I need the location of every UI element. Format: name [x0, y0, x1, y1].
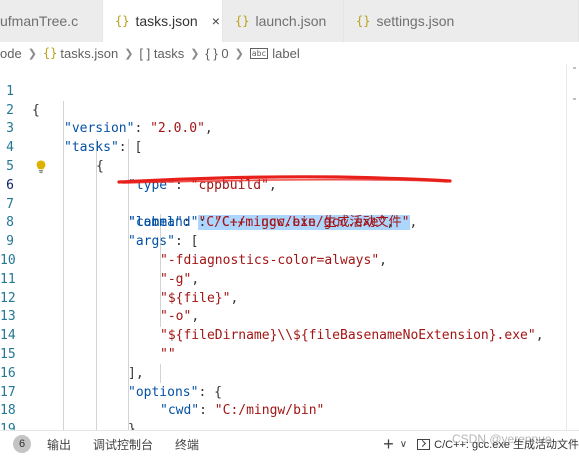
json-file-icon: {} [42, 46, 58, 60]
chevron-right-icon: ❯ [234, 47, 244, 60]
code-line: 14 "" [0, 308, 579, 362]
code-line: 7 "command": "C:/mingw/bin/gcc.exe", [0, 177, 579, 231]
code-line: 17 "cwd": "C:/mingw/bin" [0, 365, 579, 419]
close-icon[interactable]: × [212, 13, 220, 29]
overview-mark [573, 67, 576, 69]
code-line: 5 "type": "cppbuild", [0, 139, 579, 193]
add-terminal-icon[interactable]: + [383, 434, 394, 455]
code-line: 16 "options": { [0, 346, 579, 400]
tab-launch-json[interactable]: {} launch.json [223, 0, 344, 42]
chevron-right-icon: ❯ [27, 47, 37, 60]
code-text: }, [128, 422, 144, 430]
json-file-icon: {} [356, 14, 371, 28]
breadcrumb-item-folder[interactable]: ode [0, 46, 22, 61]
tab-label: tasks.json [135, 13, 198, 29]
breadcrumb-item-index[interactable]: { } 0 [205, 46, 228, 61]
breadcrumb-item-file[interactable]: tasks.json [60, 46, 118, 61]
breadcrumb-item-label[interactable]: label [272, 46, 299, 61]
tab-label: ufmanTree.c [0, 13, 79, 29]
tab-debug-console[interactable]: 调试控制台 [93, 436, 153, 453]
json-file-icon: {} [115, 14, 130, 28]
chevron-right-icon: ❯ [124, 47, 134, 60]
code-line-current: 6 "label": "C/C++: gcc.exe 生成活动文件", [0, 158, 579, 231]
tab-label: launch.json [255, 13, 327, 29]
chevron-down-icon[interactable]: ∨ [400, 439, 407, 450]
tab-settings-json[interactable]: {} settings.json [344, 0, 579, 42]
tab-tasks-json[interactable]: {} tasks.json × [103, 0, 223, 42]
overview-mark [573, 98, 576, 100]
code-editor[interactable]: 1 { 2 "version": "2.0.0", 3 "tasks": [ 4… [0, 64, 579, 430]
code-line: 10 "-g", [0, 233, 579, 287]
code-line: 13 "${fileDirname}\\${fileBasenameNoExte… [0, 290, 579, 343]
code-line: 1 { [0, 64, 579, 118]
code-line: 3 "tasks": [ [0, 102, 579, 155]
tab-label: settings.json [376, 13, 455, 29]
line-number: 19 [0, 422, 16, 430]
terminal-icon [417, 438, 431, 450]
tab-output[interactable]: 输出 [47, 436, 71, 453]
overview-ruler[interactable] [566, 64, 567, 430]
problems-count-badge[interactable]: 6 [13, 435, 31, 453]
tab-terminal[interactable]: 终端 [175, 436, 199, 453]
json-file-icon: {} [235, 14, 250, 28]
breadcrumb-item-tasks[interactable]: [ ] tasks [139, 46, 184, 61]
editor-tab-bar: ufmanTree.c {} tasks.json × {} launch.js… [0, 0, 579, 42]
tab-huffmantree-c[interactable]: ufmanTree.c [0, 0, 103, 42]
lightbulb-icon[interactable] [36, 160, 46, 174]
breadcrumb: ode ❯ {} tasks.json ❯ [ ] tasks ❯ { } 0 … [0, 42, 579, 64]
string-property-icon: abc [249, 47, 269, 59]
code-line: 4 { [0, 120, 579, 174]
code-line: 12 "-o", [0, 271, 579, 325]
code-line: 19 "problemMatcher": [ [0, 402, 579, 430]
code-line: 2 "version": "2.0.0", [0, 83, 579, 137]
code-line: 15 ], [0, 327, 579, 381]
code-line: 11 "${file}", [0, 252, 579, 306]
code-line: 8 "args": [ [0, 196, 579, 249]
code-line: 9 "-fdiagnostics-color=always", [0, 214, 579, 268]
chevron-right-icon: ❯ [190, 47, 200, 60]
code-line: 18 }, [0, 384, 579, 430]
watermark: CSDN @yerennuo [452, 432, 552, 446]
